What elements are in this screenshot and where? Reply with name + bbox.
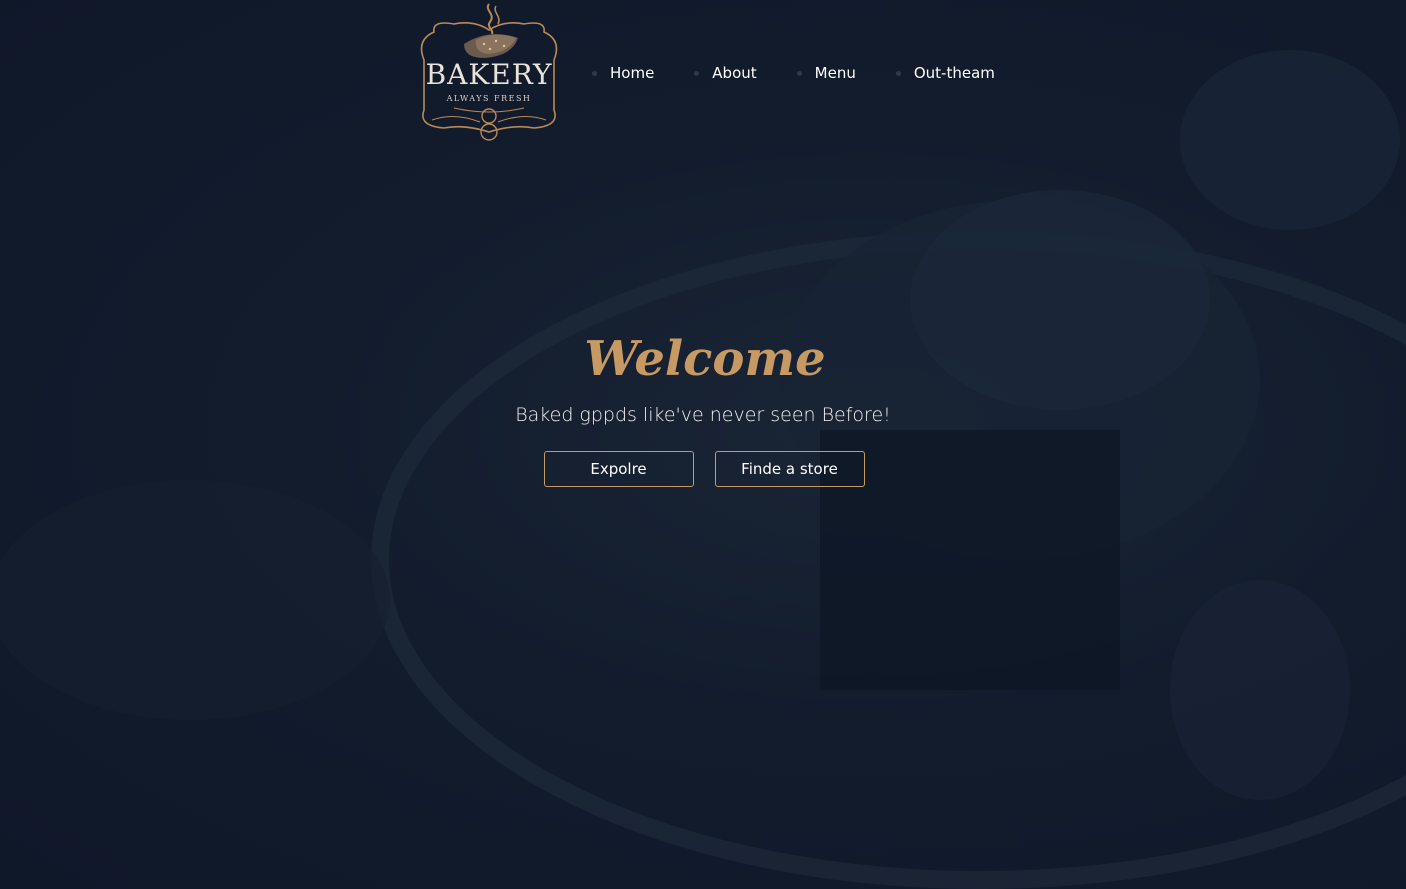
hero-section: Welcome Baked gppds like've never seen B… — [0, 322, 1406, 487]
page: BAKERY ALWAYS FRESH Home About Menu Out-… — [0, 0, 1406, 889]
main-nav: Home About Menu Out-theam — [592, 64, 1035, 82]
bullet-dot-icon — [895, 70, 901, 76]
nav-item-home[interactable]: Home — [592, 64, 654, 82]
bullet-dot-icon — [592, 70, 597, 76]
nav-item-label: About — [712, 64, 757, 82]
nav-item-menu[interactable]: Menu — [796, 64, 856, 82]
nav-item-label: Home — [610, 64, 655, 82]
header: BAKERY ALWAYS FRESH Home About Menu Out-… — [414, 0, 1035, 150]
explore-button[interactable]: Expolre — [543, 451, 694, 487]
bakery-logo[interactable]: BAKERY ALWAYS FRESH — [414, 0, 564, 148]
nav-item-label: Out-theam — [913, 64, 995, 82]
find-store-button[interactable]: Finde a store — [714, 451, 865, 487]
hero-title: Welcome — [584, 331, 826, 387]
hero-subtitle: Baked gppds like've never seen Before! — [515, 404, 891, 426]
nav-item-label: Menu — [814, 64, 856, 82]
logo-title: BAKERY — [425, 58, 553, 91]
bullet-dot-icon — [796, 70, 802, 76]
nav-item-out-theam[interactable]: Out-theam — [895, 64, 995, 82]
nav-item-about[interactable]: About — [694, 64, 757, 82]
bullet-dot-icon — [694, 70, 700, 76]
logo-subtitle: ALWAYS FRESH — [446, 94, 532, 103]
hero-buttons: Expolre Finde a store — [2, 451, 1406, 487]
